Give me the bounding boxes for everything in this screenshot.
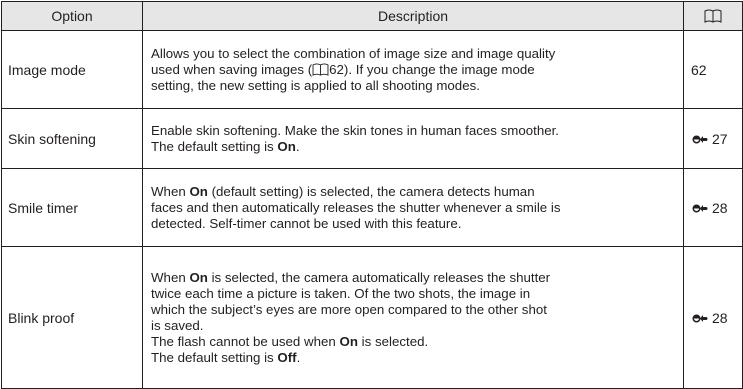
page-reference: 27 (683, 108, 743, 169)
setting-value: Off (277, 350, 297, 365)
page-reference: 28 (683, 246, 743, 389)
reference-section-icon (692, 135, 708, 143)
description-line: setting, the new setting is applied to a… (151, 78, 480, 93)
description-text: The default setting is (151, 350, 278, 365)
description-line: Enable skin softening. Make the skin ton… (151, 123, 560, 138)
description-line: The default setting is Off. (151, 350, 677, 366)
description-line: When On (default setting) is selected, t… (151, 184, 677, 200)
description-text: 62). If you change the image mode (329, 62, 535, 77)
page-reference: 28 (683, 168, 743, 247)
description-text: . (295, 139, 300, 154)
description-text: When (151, 184, 190, 199)
description-text: is selected, the camera automatically re… (207, 270, 551, 285)
description-text: (default setting) is selected, the camer… (207, 184, 535, 199)
header-reference (683, 1, 743, 31)
option-name: Image mode (1, 30, 143, 109)
header-option: Option (1, 1, 143, 31)
book-reference-icon (704, 9, 722, 23)
options-table: Option Description Image mode Allows you… (1, 1, 743, 389)
option-description: Allows you to select the combination of … (142, 30, 684, 109)
page-number: 28 (712, 309, 728, 326)
description-line: used when saving images ( 62). If you cha… (151, 62, 677, 78)
page-number: 28 (712, 199, 728, 216)
description-text: used when saving images ( (151, 62, 313, 77)
reference-section-icon (692, 204, 708, 212)
option-name: Smile timer (1, 168, 143, 247)
option-description: When On (default setting) is selected, t… (142, 168, 684, 247)
reference-section-icon (692, 314, 708, 322)
description-line: The default setting is On. (151, 139, 677, 155)
table-header-row: Option Description (1, 1, 743, 31)
setting-value: On (189, 184, 208, 199)
description-line: When On is selected, the camera automati… (151, 270, 677, 286)
table-row: Skin softening Enable skin softening. Ma… (1, 108, 743, 169)
description-line: Allows you to select the combination of … (151, 46, 556, 61)
description-line: detected. Self-timer cannot be used with… (151, 216, 462, 231)
setting-value: On (339, 334, 358, 349)
table-row: Blink proof When On is selected, the cam… (1, 246, 743, 389)
description-text: The flash cannot be used when (151, 334, 340, 349)
option-name: Skin softening (1, 108, 143, 169)
description-line: is saved. (151, 318, 204, 333)
book-reference-icon (312, 63, 329, 76)
description-line: which the subject’s eyes are more open c… (151, 302, 547, 317)
table-row: Image mode Allows you to select the comb… (1, 30, 743, 109)
option-name: Blink proof (1, 246, 143, 389)
page-reference: 62 (683, 30, 743, 109)
description-text: When (151, 270, 190, 285)
description-line: twice each time a picture is taken. Of t… (151, 286, 531, 301)
option-description: When On is selected, the camera automati… (142, 246, 684, 389)
header-description: Description (142, 1, 684, 31)
setting-value: On (189, 270, 208, 285)
option-description: Enable skin softening. Make the skin ton… (142, 108, 684, 169)
description-text: is selected. (357, 334, 429, 349)
description-line: The flash cannot be used when On is sele… (151, 334, 677, 350)
description-text: . (296, 350, 301, 365)
setting-value: On (277, 139, 296, 154)
page-number: 27 (712, 130, 728, 147)
table-row: Smile timer When On (default setting) is… (1, 168, 743, 247)
description-text: The default setting is (151, 139, 278, 154)
description-line: faces and then automatically releases th… (151, 200, 561, 215)
